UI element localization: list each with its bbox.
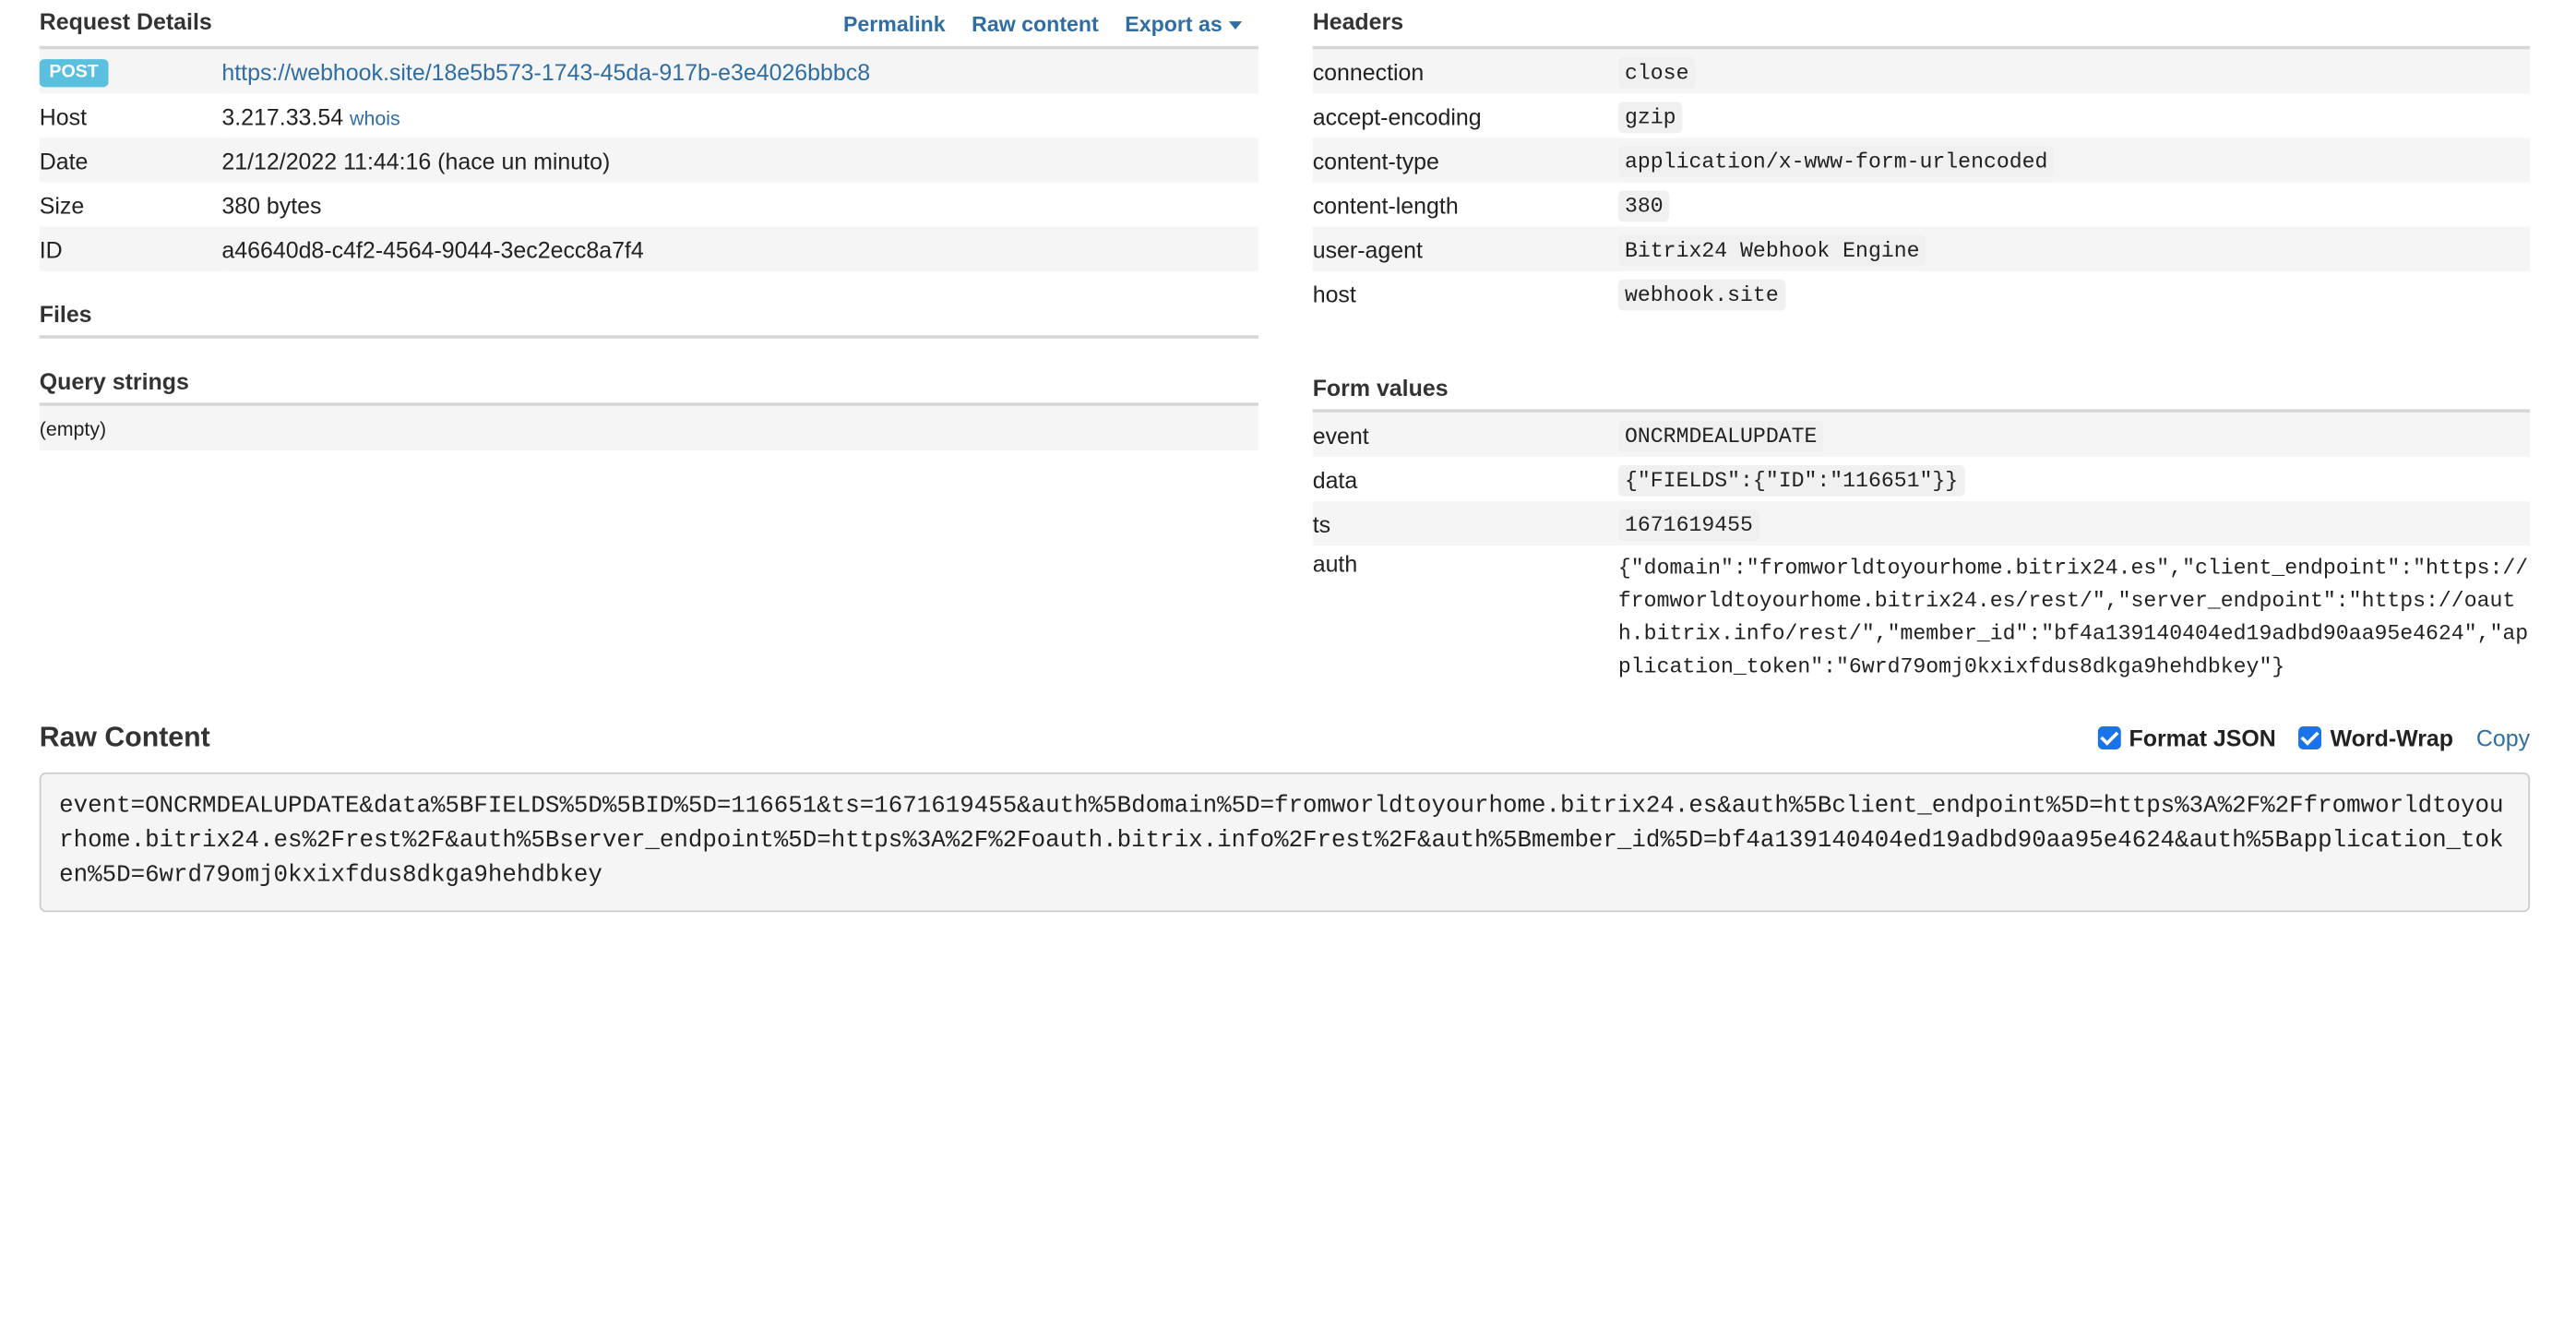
headers-value-cell: application/x-www-form-urlencoded xyxy=(1617,138,2531,183)
right-column: Headers connection close accept-encoding gz… xyxy=(1312,0,2531,690)
headers-title: Headers xyxy=(1312,7,1404,35)
form-values-title: Form values xyxy=(1312,375,2531,413)
table-row: content-length 380 xyxy=(1313,183,2530,227)
export-as-dropdown[interactable]: Export as xyxy=(1125,11,1243,37)
export-as-label: Export as xyxy=(1125,11,1222,37)
headers-value: Bitrix24 Webhook Engine xyxy=(1617,234,1926,267)
form_values-key: auth xyxy=(1312,550,1358,577)
permalink-link[interactable]: Permalink xyxy=(843,11,946,36)
table-row: data {"FIELDS":{"ID":"116651"}} xyxy=(1313,457,2530,501)
raw-content-section: Raw Content Format JSON Word-Wrap Copy e… xyxy=(39,716,2531,913)
headers-key: content-length xyxy=(1312,191,1459,218)
host-key: Host xyxy=(39,102,88,129)
copy-button[interactable]: Copy xyxy=(2476,725,2530,750)
form_values-value: 1671619455 xyxy=(1617,509,1760,541)
form-values-table: event ONCRMDEALUPDATE data {"FIELDS":{"ID":… xyxy=(1312,412,2531,690)
table-row: accept-encoding gzip xyxy=(1313,93,2530,138)
raw-content-title: Raw Content xyxy=(39,721,210,753)
headers-value: close xyxy=(1617,57,1696,90)
headers-value-cell: webhook.site xyxy=(1617,271,2530,316)
query-strings-table: (empty) xyxy=(39,405,1258,450)
request-url-link[interactable]: https://webhook.site/18e5b573-1743-45da-… xyxy=(221,58,870,84)
form_values-key: event xyxy=(1312,412,1618,458)
left-column: Request Details Permalink Raw content Ex… xyxy=(39,0,1258,450)
url-cell: https://webhook.site/18e5b573-1743-45da-… xyxy=(221,49,1258,94)
format-json-toggle[interactable]: Format JSON xyxy=(2097,725,2276,751)
raw-content-link[interactable]: Raw content xyxy=(972,11,1099,36)
date-value: 21/12/2022 11:44:16 (hace un minuto) xyxy=(221,138,1258,183)
host-value: 3.217.33.54 xyxy=(221,102,344,129)
form_values-value-cell: 1671619455 xyxy=(1617,501,2531,546)
request-details-header: Request Details Permalink Raw content Ex… xyxy=(39,0,1258,50)
method-badge: POST xyxy=(39,59,109,88)
headers-key: host xyxy=(1312,280,1356,307)
form_values-value-cell: {"domain":"fromworldtoyourhome.bitrix24.… xyxy=(1618,545,2530,690)
request-actions: Permalink Raw content Export as xyxy=(843,11,1243,37)
method-cell: POST xyxy=(39,49,222,94)
headers-value-cell: close xyxy=(1617,49,2531,94)
form_values-key: data xyxy=(1312,465,1358,493)
table-row: connection close xyxy=(1312,49,2531,94)
query-strings-title: Query strings xyxy=(39,368,1258,406)
table-row: Size 380 bytes xyxy=(40,183,1258,227)
headers-header: Headers xyxy=(1312,0,2531,50)
table-row: content-type application/x-www-form-urlen… xyxy=(1312,138,2531,183)
host-value-cell: 3.217.33.54 whois xyxy=(221,93,1258,138)
headers-value: gzip xyxy=(1617,102,1683,134)
request-details-table: POST https://webhook.site/18e5b573-1743-… xyxy=(39,49,1258,271)
raw-content-header: Raw Content Format JSON Word-Wrap Copy xyxy=(40,716,2530,759)
form_values-key: ts xyxy=(1312,501,1618,546)
form_values-value: ONCRMDEALUPDATE xyxy=(1617,420,1824,452)
files-title: Files xyxy=(39,301,1258,339)
headers-value: application/x-www-form-urlencoded xyxy=(1617,146,2055,178)
table-row: auth {"domain":"fromworldtoyourhome.bitri… xyxy=(1313,545,2530,690)
headers-value-cell: Bitrix24 Webhook Engine xyxy=(1617,226,2531,271)
word-wrap-checkbox[interactable] xyxy=(2298,726,2322,749)
headers-table: connection close accept-encoding gzip conten… xyxy=(1312,49,2531,316)
table-row: (empty) xyxy=(39,405,1258,450)
form_values-value: {"FIELDS":{"ID":"116651"}} xyxy=(1617,464,1965,497)
whois-link[interactable]: whois xyxy=(350,106,400,129)
date-key: Date xyxy=(39,138,222,183)
form_values-value-cell: ONCRMDEALUPDATE xyxy=(1617,412,2531,458)
table-row: event ONCRMDEALUPDATE xyxy=(1312,412,2531,458)
form_values-value-cell: {"FIELDS":{"ID":"116651"}} xyxy=(1617,457,2530,501)
id-key: ID xyxy=(39,226,222,271)
query-strings-empty: (empty) xyxy=(39,405,1258,450)
headers-value-cell: gzip xyxy=(1617,93,2530,138)
size-key: Size xyxy=(39,191,85,218)
table-row: POST https://webhook.site/18e5b573-1743-… xyxy=(39,49,1258,94)
word-wrap-toggle[interactable]: Word-Wrap xyxy=(2298,725,2453,751)
id-value: a46640d8-c4f2-4564-9044-3ec2ecc8a7f4 xyxy=(221,226,1258,271)
headers-value: webhook.site xyxy=(1617,279,1785,311)
headers-key: content-type xyxy=(1312,138,1618,183)
chevron-down-icon xyxy=(1228,21,1243,30)
headers-key: accept-encoding xyxy=(1312,102,1482,129)
format-json-label: Format JSON xyxy=(2129,725,2276,751)
raw-content-body[interactable]: event=ONCRMDEALUPDATE&data%5BFIELDS%5D%5… xyxy=(39,772,2531,913)
table-row: ts 1671619455 xyxy=(1312,501,2531,546)
headers-key: connection xyxy=(1312,49,1618,94)
headers-key: user-agent xyxy=(1312,226,1618,271)
table-row: host webhook.site xyxy=(1313,271,2530,316)
request-details-title: Request Details xyxy=(39,7,212,35)
word-wrap-label: Word-Wrap xyxy=(2330,725,2453,751)
request-page: Request Details Permalink Raw content Ex… xyxy=(0,0,2576,1341)
headers-value: 380 xyxy=(1617,190,1670,222)
headers-value-cell: 380 xyxy=(1617,183,2530,227)
format-json-checkbox[interactable] xyxy=(2097,726,2121,749)
table-row: Host 3.217.33.54 whois xyxy=(40,93,1258,138)
size-value: 380 bytes xyxy=(221,191,322,218)
form_values-value: {"domain":"fromworldtoyourhome.bitrix24.… xyxy=(1617,555,2529,679)
table-row: Date 21/12/2022 11:44:16 (hace un minuto… xyxy=(39,138,1258,183)
raw-content-controls: Format JSON Word-Wrap Copy xyxy=(2097,725,2530,751)
table-row: ID a46640d8-c4f2-4564-9044-3ec2ecc8a7f4 xyxy=(39,226,1258,271)
table-row: user-agent Bitrix24 Webhook Engine xyxy=(1312,226,2531,271)
